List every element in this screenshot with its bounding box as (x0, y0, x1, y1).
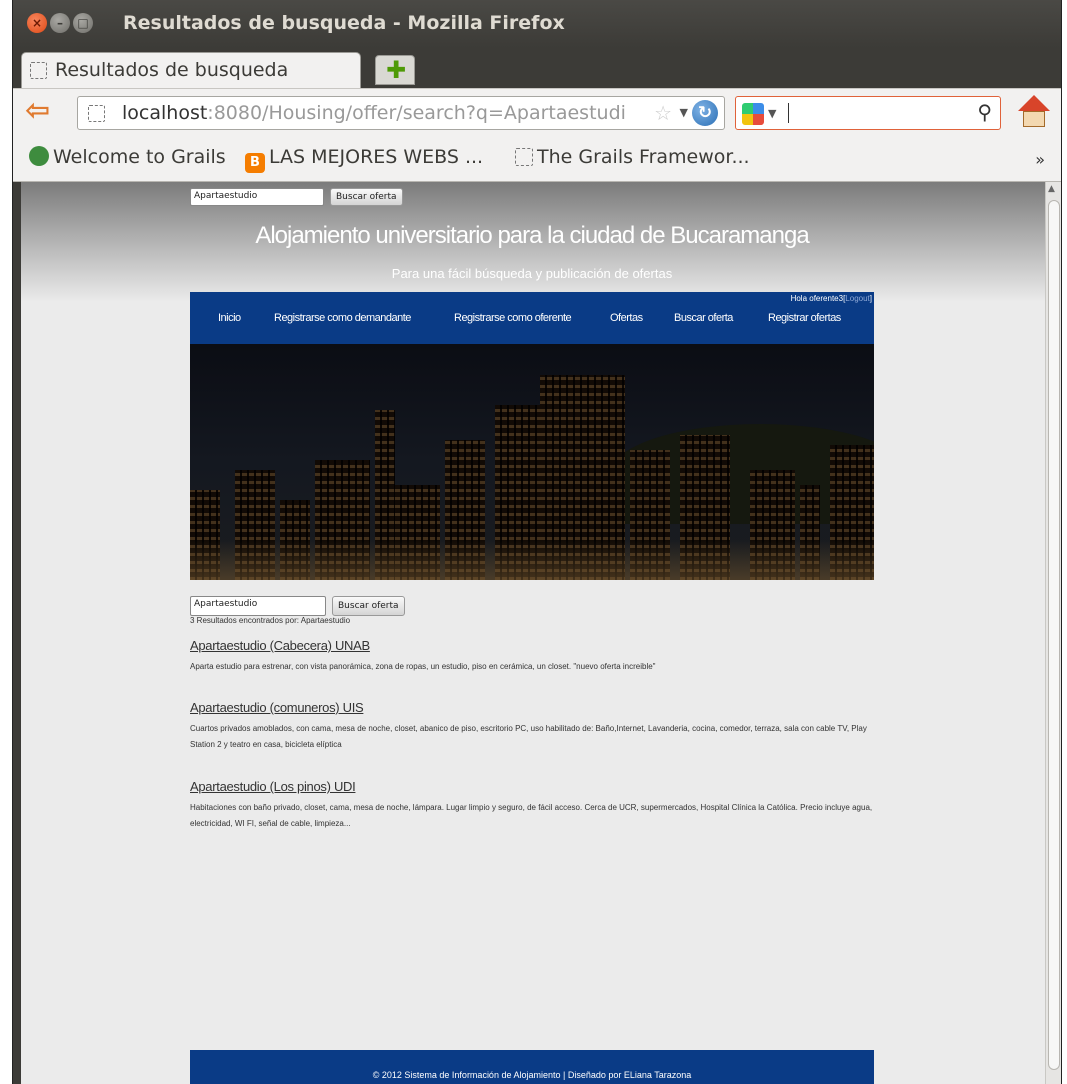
page-favicon-icon (30, 62, 47, 79)
main-menu: Hola oferente3[Logout] Inicio Registrars… (190, 292, 874, 344)
scrollbar-thumb[interactable] (1048, 200, 1060, 1070)
bookmark-welcome-to-grails[interactable]: Welcome to Grails (29, 146, 226, 168)
more-bookmarks-chevron-icon[interactable]: » (1035, 150, 1045, 169)
title-bar: × – □ Resultados de busqueda - Mozilla F… (13, 0, 1061, 48)
tab-label: Resultados de busqueda (55, 59, 289, 81)
page-viewport: Apartaestudio Buscar oferta Alojamiento u… (21, 182, 1045, 1084)
search-icon[interactable]: ⚲ (977, 100, 992, 124)
blogger-icon: B (245, 153, 265, 173)
engine-dropdown-icon[interactable]: ▼ (768, 107, 776, 120)
result-title-link[interactable]: Apartaestudio (comuneros) UIS (190, 700, 890, 715)
site-title: Alojamiento universitario para la ciudad… (255, 222, 809, 249)
reload-icon[interactable]: ↻ (692, 100, 718, 126)
minimize-window-icon[interactable]: – (50, 13, 70, 33)
menu-item-registrarse-demandante[interactable]: Registrarse como demandante (274, 312, 411, 324)
bookmarks-bar: Welcome to Grails B LAS MEJORES WEBS ... … (13, 136, 1061, 182)
footer-text: © 2012 Sistema de Información de Alojami… (372, 1070, 692, 1080)
web-search-bar[interactable]: ▼ ⚲ (735, 96, 1001, 130)
user-greeting: Hola oferente3[Logout] (790, 294, 872, 303)
top-search-form: Apartaestudio Buscar oferta (190, 186, 403, 206)
scroll-up-arrow-icon[interactable]: ▲ (1048, 184, 1059, 196)
site-subtitle: Para una fácil búsqueda y publicación de… (391, 266, 673, 281)
menu-item-inicio[interactable]: Inicio (218, 312, 241, 324)
result-title-link[interactable]: Apartaestudio (Los pinos) UDI (190, 779, 890, 794)
navigation-bar: ⇦ localhost:8080/Housing/offer/search?q=… (13, 88, 1061, 136)
maximize-window-icon[interactable]: □ (73, 13, 93, 33)
results-count: 3 Resultados encontrados por: Apartaestu… (190, 616, 351, 625)
google-engine-icon[interactable] (742, 103, 764, 125)
result-description: Aparta estudio para estrenar, con vista … (190, 662, 656, 671)
menu-item-registrar-ofertas[interactable]: Registrar ofertas (768, 312, 841, 324)
plus-icon: ✚ (386, 56, 407, 84)
text-cursor (788, 103, 789, 123)
bookmark-las-mejores-webs[interactable]: B LAS MEJORES WEBS ... (245, 146, 483, 173)
results-search-form: Apartaestudio Buscar oferta (190, 595, 405, 616)
page-icon (515, 148, 533, 166)
menu-item-ofertas[interactable]: Ofertas (610, 312, 643, 324)
result-description: Cuartos privados amoblados, con cama, me… (190, 724, 867, 749)
result-title-link[interactable]: Apartaestudio (Cabecera) UNAB (190, 638, 890, 653)
result-item: Apartaestudio (Cabecera) UNAB Aparta est… (190, 638, 890, 675)
menu-item-buscar-oferta[interactable]: Buscar oferta (674, 312, 733, 324)
city-night-banner (190, 344, 874, 580)
result-item: Apartaestudio (comuneros) UIS Cuartos pr… (190, 700, 890, 753)
close-window-icon[interactable]: × (27, 13, 47, 33)
bookmark-star-icon[interactable]: ☆ (654, 101, 672, 125)
page-content: Apartaestudio Buscar oferta Alojamiento u… (190, 182, 874, 1084)
logout-link[interactable]: Logout (845, 294, 869, 303)
result-item: Apartaestudio (Los pinos) UDI Habitacion… (190, 779, 890, 832)
results-search-input[interactable]: Apartaestudio (190, 595, 326, 616)
new-tab-button[interactable]: ✚ (375, 55, 415, 85)
results-search-button[interactable]: Buscar oferta (332, 595, 405, 616)
menu-item-registrarse-oferente[interactable]: Registrarse como oferente (454, 312, 572, 324)
vertical-scrollbar[interactable]: ▲ (1045, 182, 1061, 1084)
result-description: Habitaciones con baño privado, closet, c… (190, 803, 873, 828)
site-identity-icon[interactable] (88, 105, 105, 122)
home-icon[interactable] (1015, 95, 1053, 129)
tab-resultados[interactable]: Resultados de busqueda (21, 52, 361, 88)
history-dropdown-icon[interactable]: ▼ (680, 106, 688, 119)
top-search-button[interactable]: Buscar oferta (330, 187, 403, 206)
browser-window: × – □ Resultados de busqueda - Mozilla F… (12, 0, 1062, 1084)
url-bar[interactable]: localhost:8080/Housing/offer/search?q=Ap… (77, 96, 725, 130)
back-arrow-icon[interactable]: ⇦ (25, 96, 61, 127)
url-text[interactable]: localhost:8080/Housing/offer/search?q=Ap… (122, 102, 626, 124)
tab-strip: Resultados de busqueda ✚ (13, 48, 1061, 88)
bookmark-grails-framework[interactable]: The Grails Framewor... (515, 146, 750, 168)
grails-icon (29, 146, 49, 166)
page-footer: © 2012 Sistema de Información de Alojami… (190, 1050, 874, 1084)
top-search-input[interactable]: Apartaestudio (190, 187, 324, 206)
window-title: Resultados de busqueda - Mozilla Firefox (123, 12, 565, 34)
